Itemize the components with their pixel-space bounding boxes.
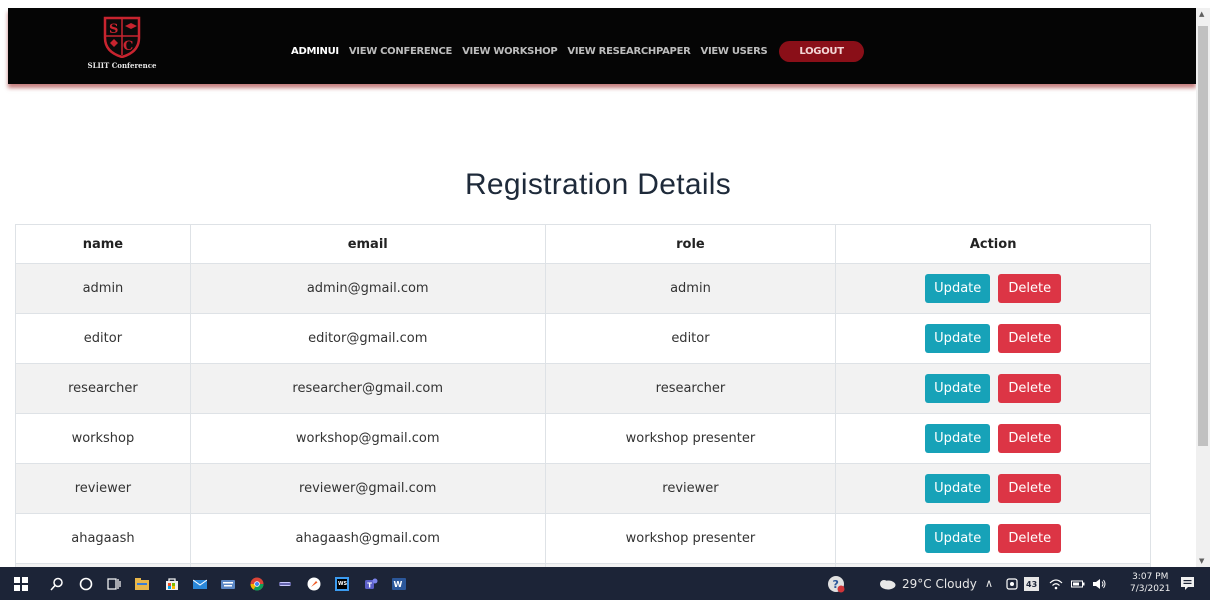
cell-action: Update Delete (835, 363, 1151, 414)
page-title: Registration Details (464, 168, 732, 201)
search-icon[interactable] (50, 577, 64, 591)
cell-email: researcher@gmail.com (189, 363, 546, 414)
cell-name: admin (15, 263, 191, 314)
nav-link-view-users[interactable]: VIEW USERS (701, 46, 768, 57)
cell-role: workshop presenter (544, 513, 837, 564)
column-header-email: email (189, 224, 546, 264)
postman-icon[interactable] (307, 577, 321, 591)
battery-icon[interactable] (1071, 577, 1085, 591)
svg-text:S: S (109, 22, 118, 37)
weather-text[interactable]: 29°C Cloudy (902, 567, 977, 600)
wifi-icon[interactable] (1049, 577, 1063, 591)
mail-icon[interactable] (193, 577, 207, 591)
column-header-name: name (15, 224, 191, 264)
registration-table-container: name email role Action admin admin@gmail… (15, 224, 1151, 567)
action-center-icon[interactable] (1180, 576, 1195, 591)
delete-button[interactable]: Delete (998, 474, 1062, 503)
windows-taskbar: WS T W ? 29°C Cloudy ∧ 43 3:07 PM 7/3/20… (0, 567, 1210, 600)
cell-name: editor (15, 313, 191, 364)
cell-action: Update Delete (835, 513, 1151, 564)
nav-link-view-workshop[interactable]: VIEW WORKSHOP (462, 46, 558, 57)
scroll-down-icon[interactable]: ▼ (1199, 557, 1204, 565)
delete-button[interactable]: Delete (998, 424, 1062, 453)
table-row: editor editor@gmail.com editor Update De… (15, 313, 1151, 364)
update-button[interactable]: Update (925, 374, 991, 403)
clock-date: 7/3/2021 (1130, 584, 1171, 594)
nav-link-adminui[interactable]: ADMINUI (291, 46, 339, 57)
column-header-action: Action (835, 224, 1151, 264)
cell-action: Update Delete (835, 263, 1151, 314)
table-row: ahagaash ahagaash@gmail.com workshop pre… (15, 513, 1151, 564)
help-notification-icon[interactable]: ? (827, 575, 845, 593)
table-row: researcher researcher@gmail.com research… (15, 363, 1151, 414)
store-icon[interactable] (165, 577, 179, 591)
system-clock[interactable]: 3:07 PM 7/3/2021 (1130, 571, 1170, 595)
delete-button[interactable]: Delete (998, 374, 1062, 403)
update-button[interactable]: Update (925, 424, 991, 453)
nav-link-view-researchpaper[interactable]: VIEW RESEARCHPAPER (567, 46, 690, 57)
cell-email: ahagaash@gmail.com (189, 513, 546, 564)
cell-name: reviewer (15, 463, 191, 514)
update-button[interactable]: Update (925, 274, 991, 303)
cell-email: admin@gmail.com (189, 263, 546, 314)
update-button[interactable]: Update (925, 474, 991, 503)
keyboard-app-icon[interactable] (221, 577, 235, 591)
update-button[interactable]: Update (925, 324, 991, 353)
webstorm-icon[interactable]: WS (335, 577, 349, 591)
cell-action: Update Delete (835, 463, 1151, 514)
windows-start-icon[interactable] (14, 577, 28, 591)
cell-role: workshop presenter (544, 413, 837, 464)
cell-action: Update Delete (835, 413, 1151, 464)
table-row: admin admin@gmail.com admin Update Delet… (15, 263, 1151, 314)
registration-table: name email role Action admin admin@gmail… (15, 224, 1151, 567)
task-view-icon[interactable] (107, 577, 121, 591)
cell-email: reviewer@gmail.com (189, 463, 546, 514)
logo-text: SLIIT Conference (87, 61, 157, 70)
scroll-up-icon[interactable]: ▲ (1199, 10, 1204, 18)
svg-text:WS: WS (338, 581, 348, 587)
notification-count-badge[interactable]: 43 (1024, 577, 1040, 591)
column-header-role: role (544, 224, 837, 264)
table-row: reviewer reviewer@gmail.com reviewer Upd… (15, 463, 1151, 514)
nav-links: ADMINUI VIEW CONFERENCE VIEW WORKSHOP VI… (291, 41, 864, 62)
window-top-strip (0, 0, 1210, 8)
cell-role: researcher (544, 363, 837, 414)
cell-name: ahagaash (15, 513, 191, 564)
svg-text:C: C (123, 39, 133, 54)
delete-button[interactable]: Delete (998, 324, 1062, 353)
teams-icon[interactable]: T (364, 577, 378, 591)
file-explorer-icon[interactable] (135, 577, 149, 591)
delete-button[interactable]: Delete (998, 524, 1062, 553)
svg-text:T: T (367, 582, 372, 590)
meet-now-icon[interactable] (1005, 577, 1019, 591)
cloudy-weather-icon[interactable] (878, 578, 896, 590)
volume-icon[interactable] (1092, 577, 1106, 591)
cell-email: workshop@gmail.com (189, 413, 546, 464)
sliit-logo-icon: S C (103, 16, 141, 58)
table-row: workshop workshop@gmail.com workshop pre… (15, 413, 1151, 464)
cortana-icon[interactable] (79, 577, 93, 591)
delete-button[interactable]: Delete (998, 274, 1062, 303)
page-scrollbar[interactable]: ▲ ▼ (1196, 8, 1210, 567)
table-header-row: name email role Action (15, 224, 1151, 264)
cell-email: editor@gmail.com (189, 313, 546, 364)
clock-time: 3:07 PM (1132, 572, 1169, 582)
nav-link-view-conference[interactable]: VIEW CONFERENCE (349, 46, 453, 57)
cell-role: admin (544, 263, 837, 314)
chrome-icon[interactable] (250, 577, 264, 591)
app-icon[interactable] (278, 577, 292, 591)
cell-action: Update Delete (835, 313, 1151, 364)
logo[interactable]: S C SLIIT Conference (80, 16, 164, 82)
logout-button[interactable]: LOGOUT (779, 41, 864, 62)
update-button[interactable]: Update (925, 524, 991, 553)
cell-name: researcher (15, 363, 191, 414)
svg-text:W: W (394, 580, 403, 589)
navbar: S C SLIIT Conference ADMINUI VIEW CONFER… (8, 8, 1196, 84)
cell-name: workshop (15, 413, 191, 464)
cell-role: reviewer (544, 463, 837, 514)
chevron-up-icon[interactable]: ∧ (985, 567, 993, 600)
scroll-thumb[interactable] (1198, 26, 1208, 446)
word-icon[interactable]: W (392, 577, 406, 591)
cell-role: editor (544, 313, 837, 364)
